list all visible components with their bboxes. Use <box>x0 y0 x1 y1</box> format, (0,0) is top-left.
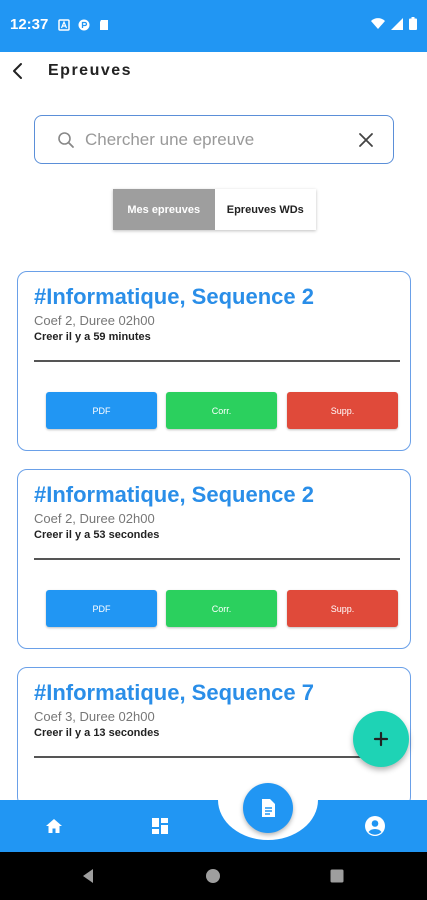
notification-p-icon <box>78 19 90 31</box>
card-title: #Informatique, Sequence 2 <box>34 482 314 507</box>
delete-button[interactable]: Supp. <box>287 590 398 627</box>
card-subtitle: Coef 3, Duree 02h00 <box>34 709 155 724</box>
back-arrow-icon[interactable] <box>6 58 32 84</box>
status-bar: 12:37 <box>0 0 427 52</box>
search-icon <box>58 132 74 148</box>
segment-epreuves-wds[interactable]: Epreuves WDs <box>214 189 316 230</box>
status-time: 12:37 <box>10 16 49 33</box>
divider <box>34 756 400 758</box>
pdf-button[interactable]: PDF <box>46 392 157 429</box>
account-circle-icon <box>365 816 385 836</box>
epreuve-card[interactable]: #Informatique, Sequence 2 Coef 2, Duree … <box>17 469 411 649</box>
nav-home[interactable] <box>42 814 66 838</box>
system-recents-icon[interactable] <box>329 868 345 884</box>
card-created: Creer il y a 13 secondes <box>34 727 160 739</box>
nav-account[interactable] <box>363 814 387 838</box>
home-icon <box>46 819 62 833</box>
add-icon <box>373 731 389 747</box>
pdf-button[interactable]: PDF <box>46 590 157 627</box>
document-icon <box>262 799 275 817</box>
divider <box>34 360 400 362</box>
segment-control: Mes epreuves Epreuves WDs <box>113 189 316 230</box>
bottom-navigation <box>0 800 427 852</box>
add-epreuve-button[interactable] <box>353 711 409 767</box>
system-navigation-bar <box>0 852 427 900</box>
wifi-icon <box>371 17 385 29</box>
epreuve-card[interactable]: #Informatique, Sequence 7 Coef 3, Duree … <box>17 667 411 807</box>
epreuve-card[interactable]: #Informatique, Sequence 2 Coef 2, Duree … <box>17 271 411 451</box>
card-created: Creer il y a 59 minutes <box>34 331 151 343</box>
card-title: #Informatique, Sequence 7 <box>34 680 314 705</box>
card-created: Creer il y a 53 secondes <box>34 529 160 541</box>
page-title: Epreuves <box>48 62 133 79</box>
nav-dashboard[interactable] <box>148 814 172 838</box>
close-icon[interactable] <box>357 131 375 149</box>
search-box <box>34 115 394 164</box>
notification-a-icon <box>58 19 70 31</box>
sd-card-icon <box>100 20 108 30</box>
dashboard-icon <box>152 818 168 834</box>
search-input[interactable] <box>85 128 345 152</box>
card-title: #Informatique, Sequence 2 <box>34 284 314 309</box>
correction-button[interactable]: Corr. <box>166 392 277 429</box>
system-back-icon[interactable] <box>80 868 96 884</box>
delete-button[interactable]: Supp. <box>287 392 398 429</box>
divider <box>34 558 400 560</box>
correction-button[interactable]: Corr. <box>166 590 277 627</box>
app-bar: Epreuves <box>0 52 427 92</box>
nav-documents-button[interactable] <box>243 783 293 833</box>
card-subtitle: Coef 2, Duree 02h00 <box>34 313 155 328</box>
signal-icon <box>391 17 403 30</box>
battery-icon <box>409 17 417 30</box>
segment-mes-epreuves[interactable]: Mes epreuves <box>113 189 215 230</box>
card-subtitle: Coef 2, Duree 02h00 <box>34 511 155 526</box>
system-home-icon[interactable] <box>205 868 221 884</box>
